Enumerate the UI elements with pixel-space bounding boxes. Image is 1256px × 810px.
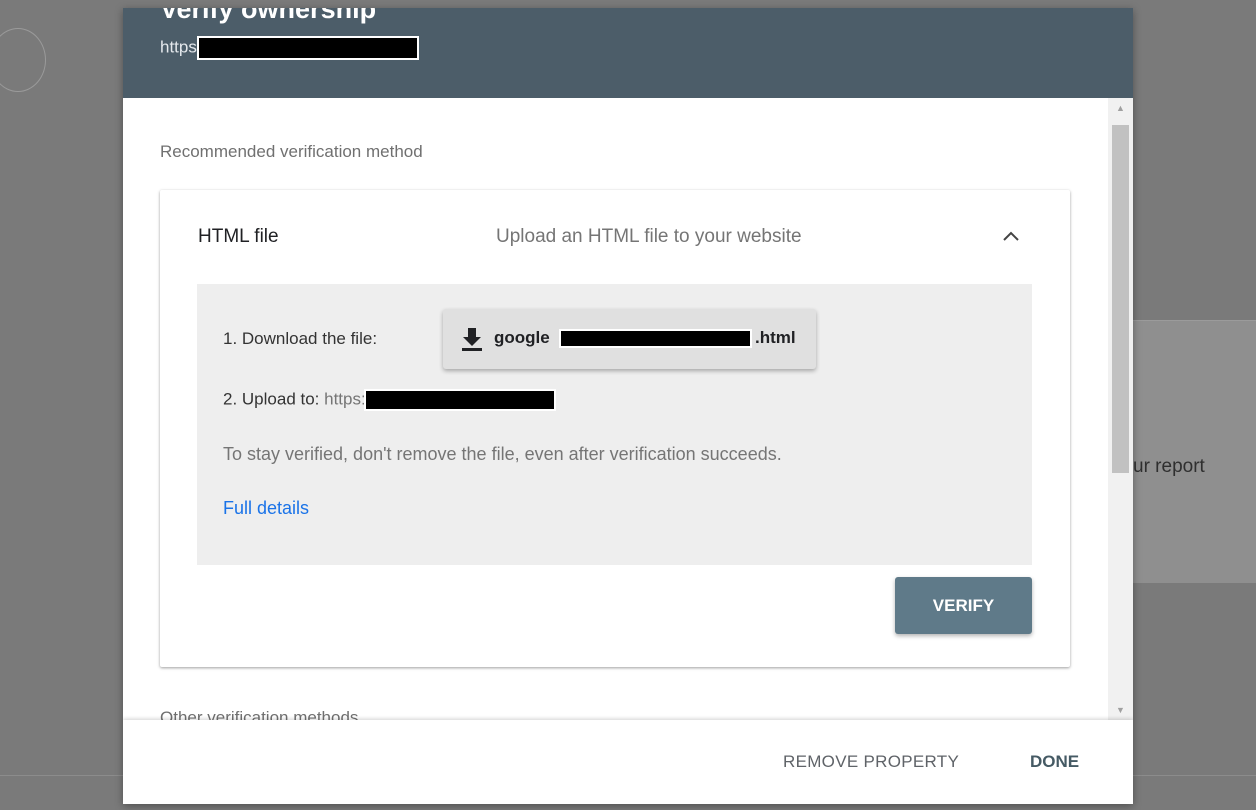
scrollbar-thumb[interactable]: [1112, 125, 1129, 473]
remove-property-button[interactable]: REMOVE PROPERTY: [783, 752, 959, 772]
download-step-label: 1. Download the file:: [223, 329, 378, 348]
verify-ownership-dialog: Verify ownership https Recommended verif…: [123, 8, 1133, 804]
scrollbar[interactable]: ▲ ▼: [1108, 98, 1133, 720]
download-filename-suffix: .html: [755, 328, 796, 347]
background-card-text: ur report: [1133, 456, 1205, 477]
html-file-method-card: HTML file Upload an HTML file to your we…: [160, 190, 1070, 667]
upload-step-label: 2. Upload to:: [223, 389, 325, 409]
other-methods-label: Other verification methods: [160, 708, 359, 720]
dialog-footer: REMOVE PROPERTY DONE: [123, 720, 1133, 804]
scroll-down-icon[interactable]: ▼: [1108, 700, 1133, 720]
background-divider: [0, 775, 123, 776]
upload-url-prefix: https:: [324, 389, 366, 409]
dialog-title: Verify ownership: [160, 8, 377, 24]
dialog-content[interactable]: Recommended verification method HTML fil…: [123, 98, 1108, 720]
chevron-up-icon[interactable]: [996, 220, 1026, 250]
download-icon: [462, 328, 482, 351]
method-description: Upload an HTML file to your website: [496, 226, 802, 247]
verify-button[interactable]: VERIFY: [895, 577, 1032, 634]
stay-verified-note: To stay verified, don't remove the file,…: [223, 444, 782, 464]
redaction-bar: [363, 389, 556, 411]
scroll-up-icon[interactable]: ▲: [1108, 98, 1133, 118]
background-avatar-outline: [0, 28, 46, 92]
background-divider: [1133, 775, 1256, 776]
redaction-bar: [196, 36, 419, 60]
method-name: HTML file: [198, 226, 279, 247]
download-file-button[interactable]: google .html: [443, 309, 816, 369]
property-url: https: [160, 36, 419, 60]
done-button[interactable]: DONE: [1030, 752, 1079, 772]
dialog-header: Verify ownership https: [123, 8, 1133, 98]
method-instructions-panel: 1. Download the file: google .html 2. Up…: [197, 284, 1032, 565]
upload-step: 2. Upload to: https:: [223, 389, 556, 411]
property-url-prefix: https: [160, 37, 197, 57]
download-filename-prefix: google: [494, 328, 550, 347]
redaction-bar: [559, 329, 752, 348]
background-card: [1133, 320, 1256, 583]
recommended-method-label: Recommended verification method: [160, 142, 423, 161]
full-details-link[interactable]: Full details: [223, 498, 309, 519]
